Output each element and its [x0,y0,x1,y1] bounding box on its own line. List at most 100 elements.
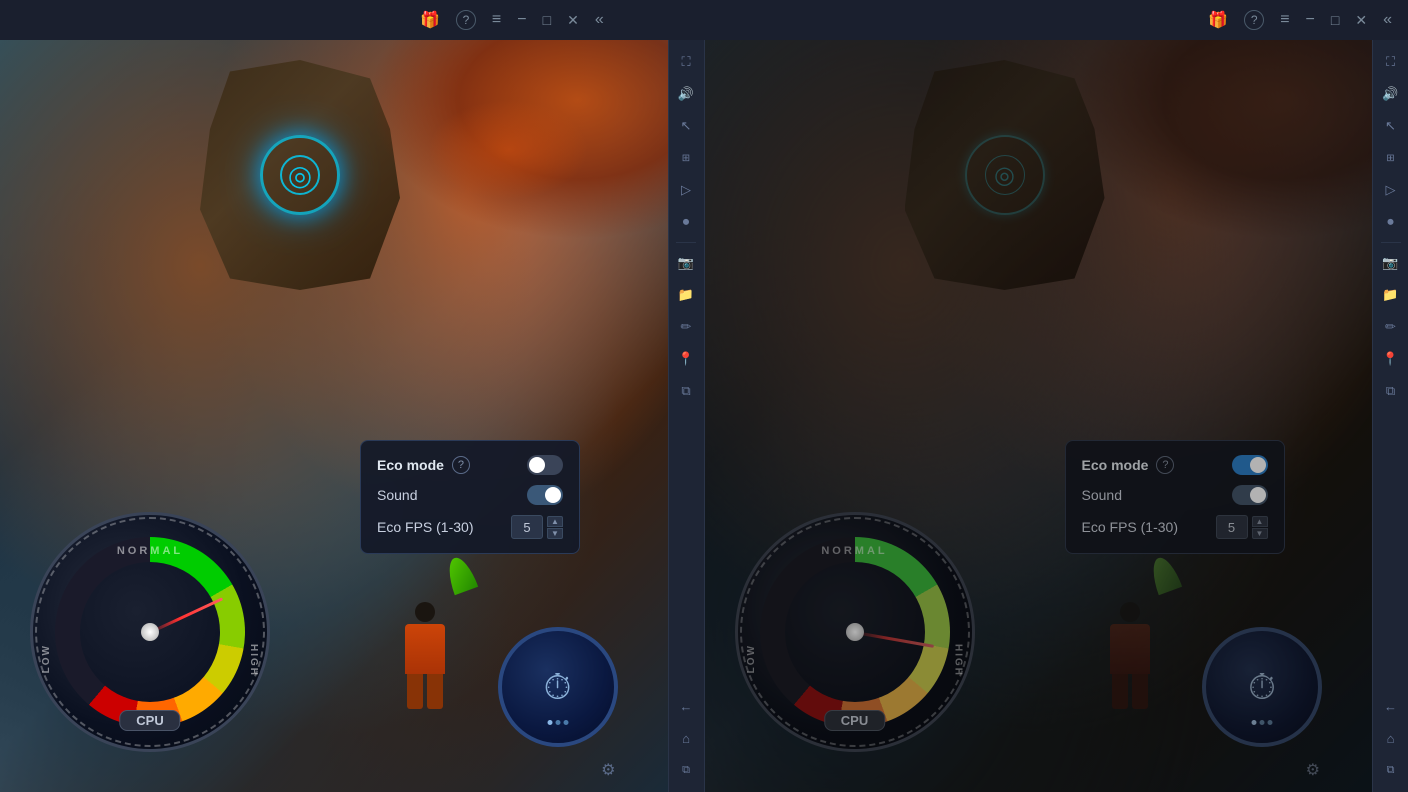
gauge-low-label-right: LOW [746,644,757,673]
sidebar-copy-left[interactable]: ⧉ [672,756,700,784]
left-minimize-icon[interactable]: − [517,11,526,29]
left-back-icon[interactable]: « [595,11,604,29]
left-maximize-icon[interactable]: □ [543,12,551,28]
right-back-icon[interactable]: « [1383,11,1392,29]
sidebar-folder-right[interactable]: 📁 [1377,281,1405,309]
gauge-low-label-left: LOW [41,644,52,673]
glow-symbol-right: ◎ [950,120,1060,230]
cpu-gauge-left: NORMAL LOW HIGH CPU [30,512,270,752]
right-game-background: ◎ Eco mode ? [705,40,1373,792]
left-menu-icon[interactable]: ≡ [492,11,501,29]
right-menu-icon[interactable]: ≡ [1280,11,1289,29]
fps-row-right: Eco FPS (1-30) 5 ▲ ▼ [1082,515,1268,539]
right-help-icon[interactable]: ? [1244,10,1264,30]
sidebar-toolbar-left[interactable]: ⊞ [672,144,700,172]
character-left [403,602,448,702]
sidebar-home-left[interactable]: ⌂ [672,724,700,752]
sound-label-right: Sound [1082,487,1122,503]
sidebar-record-left[interactable]: ⏺ [672,208,700,236]
right-minimize-icon[interactable]: − [1306,11,1315,29]
sidebar-volume-right[interactable]: 🔊 [1377,80,1405,108]
sound-row-left: Sound [377,485,563,505]
fps-value-left: 5 [511,515,543,539]
sound-toggle-right[interactable] [1232,485,1268,505]
sidebar-folder-left[interactable]: 📁 [672,281,700,309]
title-bar: 🎁 ? ≡ − □ ✕ « 🎁 ? ≡ − □ ✕ « [0,0,1408,40]
cloud-decoration-right [1072,40,1372,240]
sidebar-fullscreen-right[interactable]: ⛶ [1377,48,1405,76]
sidebar-layers-right[interactable]: ⧉ [1377,377,1405,405]
cpu-gauge-right: NORMAL LOW HIGH CPU [735,512,975,752]
gauge-cpu-badge-right: CPU [824,710,885,731]
sidebar-sep-1-left [676,242,696,243]
speed-gauge-left[interactable]: ⏱ [498,627,618,747]
fps-row-left: Eco FPS (1-30) 5 ▲ ▼ [377,515,563,539]
fps-down-left[interactable]: ▼ [547,528,563,539]
sidebar-location-right[interactable]: 📍 [1377,345,1405,373]
eco-mode-row-left: Eco mode ? [377,455,563,475]
sidebar-layers-left[interactable]: ⧉ [672,377,700,405]
gauge-needle-left [149,597,223,634]
sidebar-home-right[interactable]: ⌂ [1377,724,1405,752]
sidebar-edit-right[interactable]: ✏ [1377,313,1405,341]
sidebar-toolbar-right[interactable]: ⊞ [1377,144,1405,172]
sidebar-back-left[interactable]: ← [672,692,700,720]
speed-gauge-icon-left: ⏱ [543,666,571,709]
speed-gauge-icon-right: ⏱ [1248,666,1276,709]
sidebar-cursor-right[interactable]: ↖ [1377,112,1405,140]
right-maximize-icon[interactable]: □ [1331,12,1339,28]
gauge-normal-label-right: NORMAL [821,545,887,557]
character-right [1107,602,1152,702]
gauge-inner-right [785,562,925,702]
sound-toggle-left[interactable] [527,485,563,505]
gauge-center-right [846,623,864,641]
settings-popup-right: Eco mode ? Sound Eco FPS (1-30) [1065,440,1285,554]
sidebar-fullscreen-left[interactable]: ⛶ [672,48,700,76]
gauge-center-left [141,623,159,641]
sidebar-record-right[interactable]: ⏺ [1377,208,1405,236]
sidebar-volume-left[interactable]: 🔊 [672,80,700,108]
eco-mode-help-right[interactable]: ? [1156,456,1174,474]
gauge-needle-right [854,631,933,648]
leaf-right [1147,554,1182,595]
glow-symbol-left: ◎ [245,120,355,230]
sidebar-back-right[interactable]: ← [1377,692,1405,720]
left-gift-icon[interactable]: 🎁 [420,10,440,30]
sidebar-play-left[interactable]: ▷ [672,176,700,204]
speed-dots-left [547,720,568,725]
speed-gauge-right[interactable]: ⏱ [1202,627,1322,747]
sidebar-cursor-left[interactable]: ↖ [672,112,700,140]
fps-value-right: 5 [1216,515,1248,539]
fps-up-left[interactable]: ▲ [547,516,563,527]
sidebar-screenshot-right[interactable]: 📷 [1377,249,1405,277]
settings-popup-left: Eco mode ? Sound Eco FPS (1-30) [360,440,580,554]
left-sidebar: ⛶ 🔊 ↖ ⊞ ▷ ⏺ 📷 📁 ✏ 📍 ⧉ ← ⌂ ⧉ [668,40,704,792]
gear-icon-left[interactable]: ⚙ [601,760,615,780]
leaf-left [442,554,477,595]
eco-mode-help-left[interactable]: ? [452,456,470,474]
sidebar-screenshot-left[interactable]: 📷 [672,249,700,277]
sidebar-edit-left[interactable]: ✏ [672,313,700,341]
speed-dots-right [1252,720,1273,725]
left-help-icon[interactable]: ? [456,10,476,30]
left-close-icon[interactable]: ✕ [567,12,579,29]
main-content: ◎ Eco mode [0,40,1408,792]
sidebar-location-left[interactable]: 📍 [672,345,700,373]
sidebar-copy-right[interactable]: ⧉ [1377,756,1405,784]
sidebar-play-right[interactable]: ▷ [1377,176,1405,204]
gear-icon-right[interactable]: ⚙ [1306,760,1320,780]
gauge-high-label-left: HIGH [248,644,259,677]
fps-label-right: Eco FPS (1-30) [1082,519,1178,535]
right-close-icon[interactable]: ✕ [1355,12,1367,29]
right-gift-icon[interactable]: 🎁 [1208,10,1228,30]
eco-mode-row-right: Eco mode ? [1082,455,1268,475]
eco-mode-toggle-right[interactable] [1232,455,1268,475]
cloud-decoration-2 [428,100,588,200]
right-panel: ◎ Eco mode ? [704,40,1408,792]
fps-up-right[interactable]: ▲ [1252,516,1268,527]
sound-label-left: Sound [377,487,417,503]
fps-spinner-right: 5 ▲ ▼ [1216,515,1268,539]
gauge-high-label-right: HIGH [953,644,964,677]
fps-down-right[interactable]: ▼ [1252,528,1268,539]
eco-mode-toggle-left[interactable] [527,455,563,475]
